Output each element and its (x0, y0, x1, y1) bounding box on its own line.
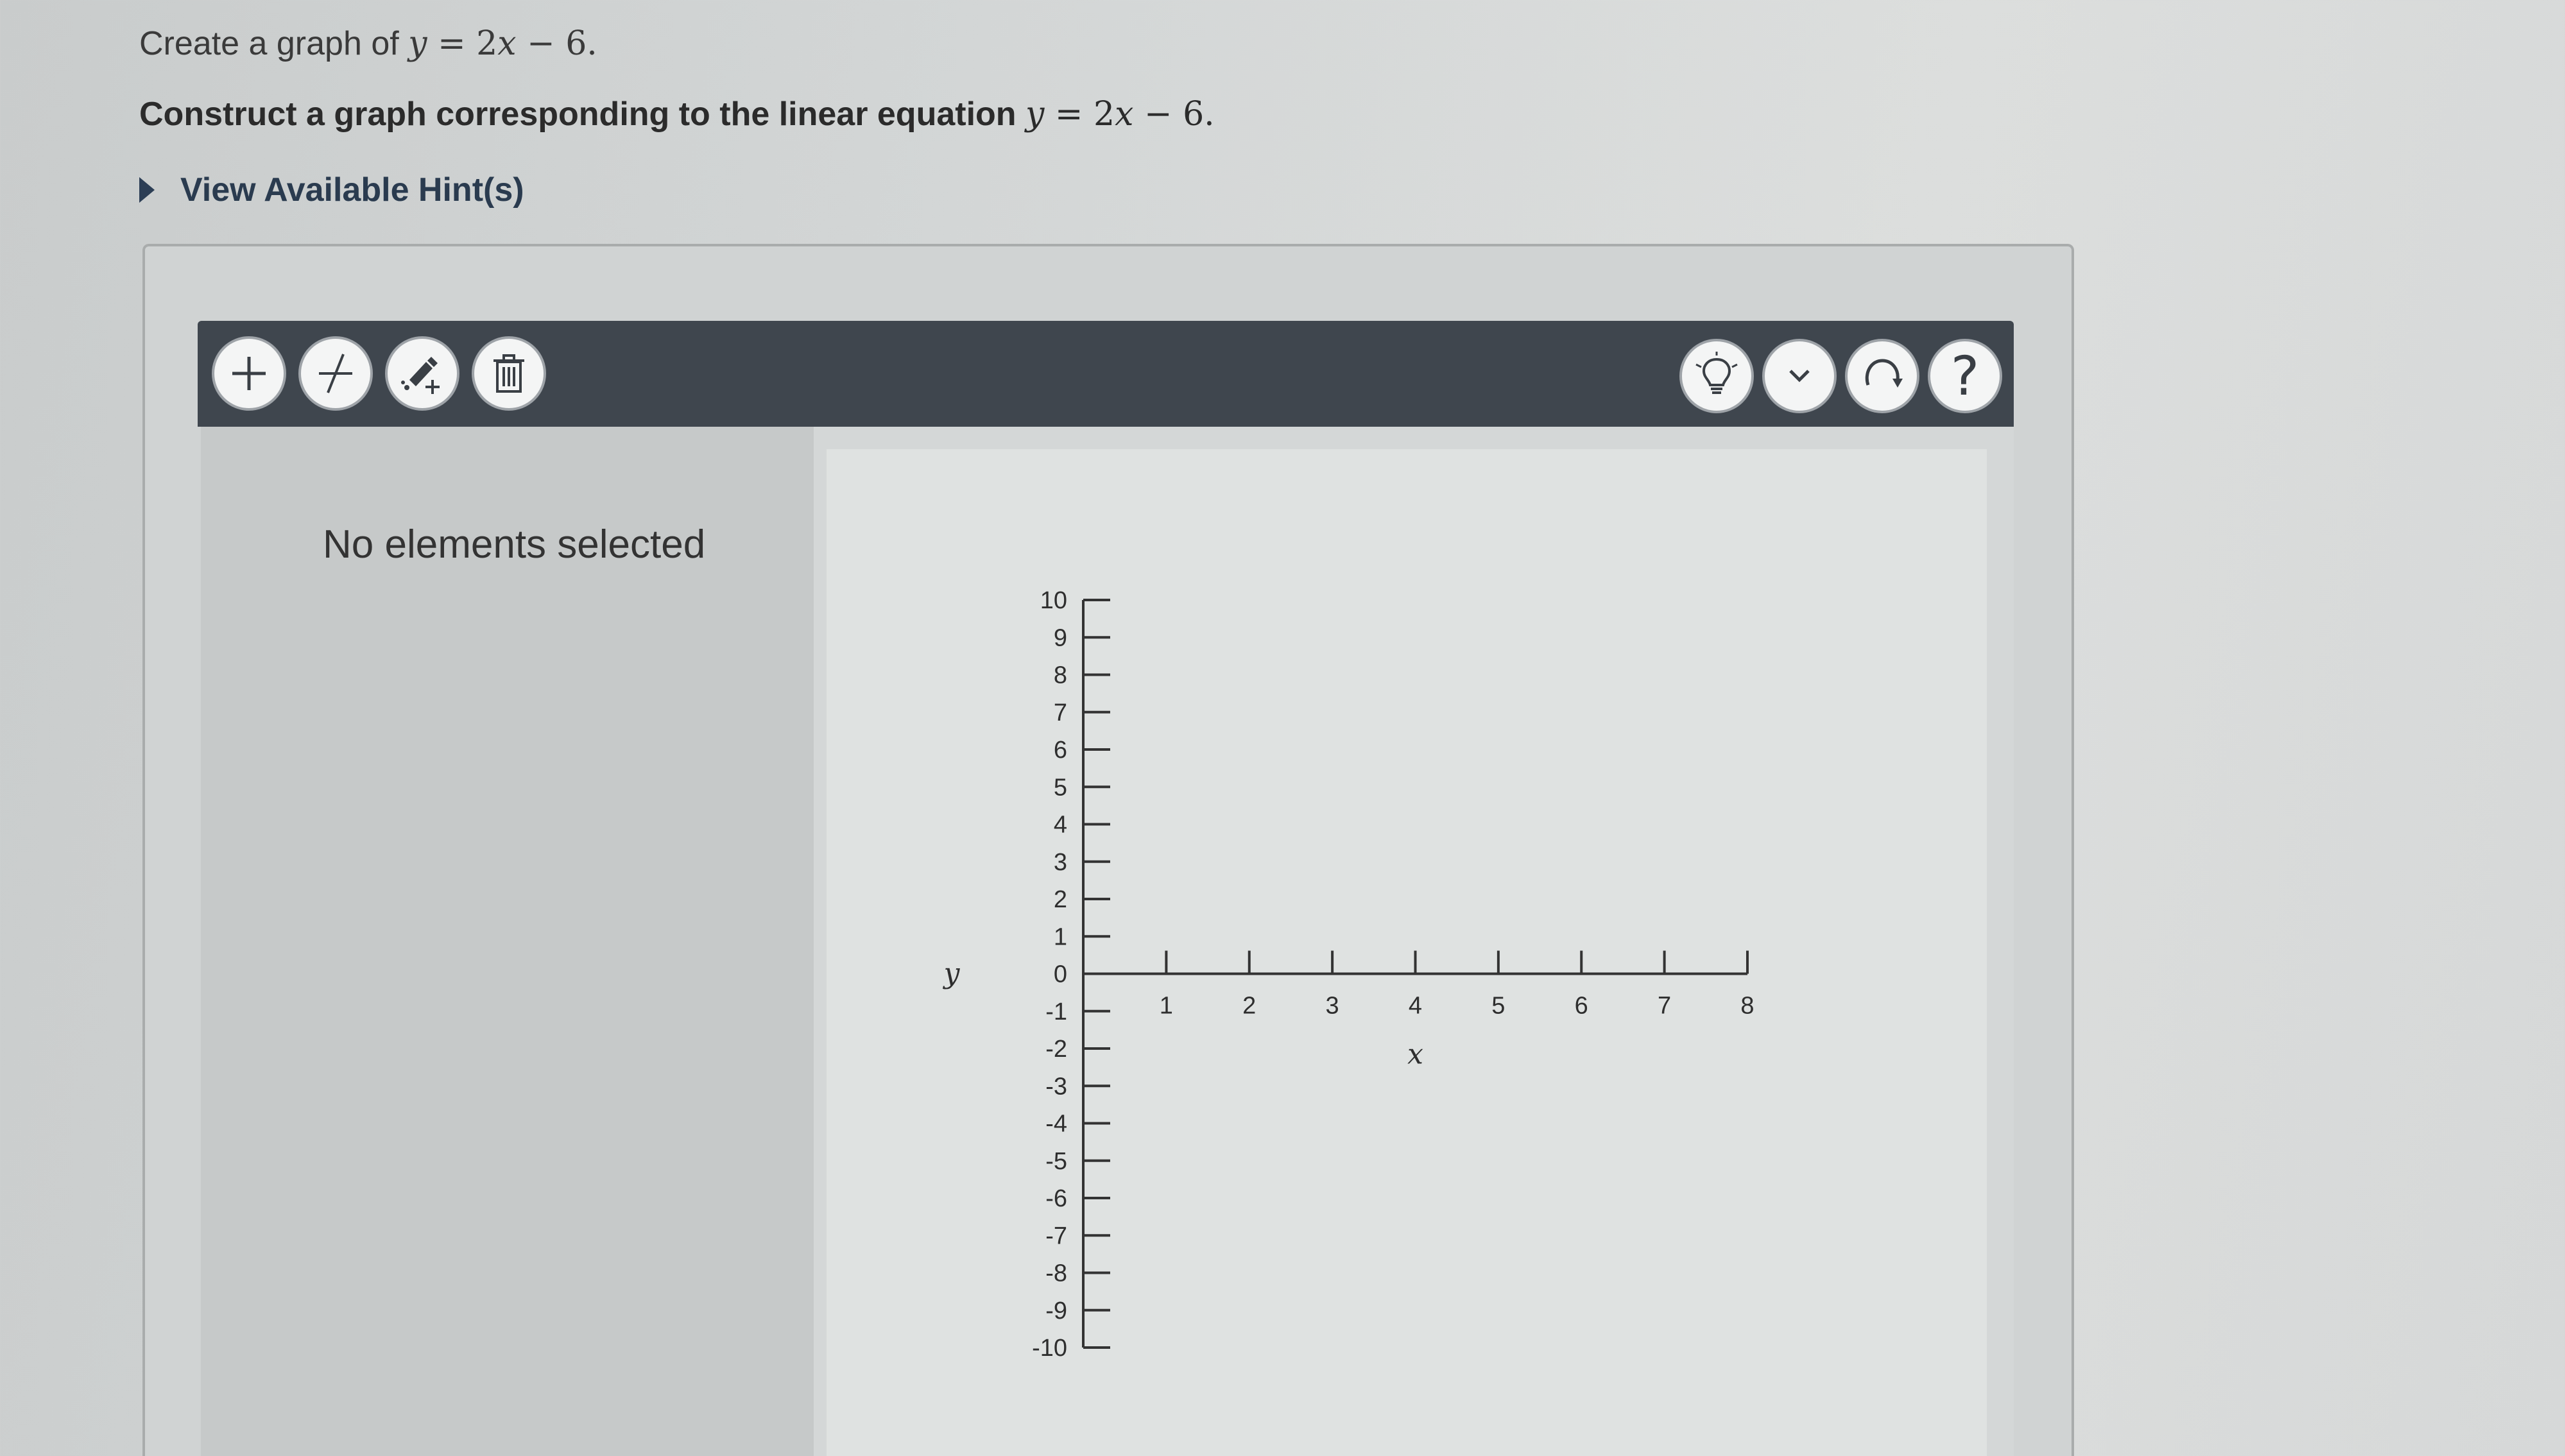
instruction-prefix: Construct a graph corresponding to the l… (139, 96, 1025, 133)
y-tick-label: 10 (1040, 587, 1067, 614)
y-tick-label: 2 (1054, 886, 1067, 913)
y-tick-label: 7 (1054, 699, 1067, 726)
instruction-equation: y = 2x − 6. (1025, 95, 1215, 133)
y-tick-label: -9 (1045, 1298, 1067, 1324)
caret-right-icon (139, 177, 155, 203)
x-axis-label: x (1407, 1038, 1423, 1071)
question-title-prefix: Create a graph of (139, 25, 409, 62)
no-selection-text: No elements selected (323, 522, 706, 567)
plus-icon (232, 357, 266, 390)
x-tick-label: 6 (1575, 993, 1588, 1020)
y-tick-label: -1 (1045, 998, 1067, 1025)
view-hints-label: View Available Hint(s) (180, 171, 524, 209)
x-tick-label: 8 (1740, 993, 1754, 1020)
draw-line-button[interactable] (298, 336, 373, 411)
hint-button[interactable] (1679, 339, 1754, 413)
y-axis-label: y (943, 957, 961, 990)
add-point-button[interactable] (212, 336, 286, 411)
delete-button[interactable] (472, 336, 546, 411)
graph-toolbar: ? (198, 321, 2014, 427)
x-tick-label: 1 (1160, 993, 1173, 1020)
y-tick-label: -5 (1045, 1148, 1067, 1175)
y-tick-label: 1 (1054, 923, 1067, 950)
lightbulb-icon (1695, 352, 1738, 394)
properties-panel: No elements selected (201, 427, 814, 1456)
y-tick-label: -3 (1045, 1073, 1067, 1100)
x-tick-label: 2 (1242, 993, 1256, 1020)
question-title-equation: y = 2x − 6. (408, 24, 597, 63)
options-dropdown-button[interactable] (1762, 339, 1837, 413)
y-tick-label: 3 (1054, 849, 1067, 876)
chevron-down-icon (1789, 370, 1810, 382)
y-tick-label: 0 (1054, 961, 1067, 988)
question-title: Create a graph of y = 2x − 6. (139, 24, 597, 63)
x-tick-label: 5 (1491, 993, 1505, 1020)
graph-panel: 10 9 8 7 6 5 4 3 2 1 0 -1 -2 -3 -4 -5 -6 -7 -8 -9 -10 1 2 3 4 5 6 7… (814, 427, 2014, 1456)
graph-canvas[interactable]: 10 9 8 7 6 5 4 3 2 1 0 -1 -2 -3 -4 -5 -6 -7 -8 -9 -10 1 2 3 4 5 6 7… (827, 449, 1987, 1456)
redo-icon (1865, 359, 1903, 388)
y-tick-label: -6 (1045, 1185, 1067, 1212)
x-tick-label: 7 (1658, 993, 1671, 1020)
y-tick-label: 4 (1054, 812, 1067, 839)
question-icon: ? (1950, 345, 1980, 407)
edit-element-button[interactable] (385, 336, 459, 411)
line-tool-icon (319, 354, 352, 393)
view-hints-toggle[interactable]: View Available Hint(s) (139, 167, 524, 213)
reset-button[interactable] (1845, 339, 1919, 413)
instruction-text: Construct a graph corresponding to the l… (139, 95, 1215, 133)
trash-icon (493, 354, 524, 393)
x-tick-label: 3 (1326, 993, 1339, 1020)
y-tick-label: -7 (1045, 1222, 1067, 1249)
y-tick-label: -10 (1032, 1335, 1067, 1362)
y-tick-label: -2 (1045, 1036, 1067, 1063)
pen-plus-icon (401, 357, 440, 394)
y-tick-label: 9 (1054, 624, 1067, 651)
graph-svg[interactable]: 109876543210-1-2-3-4-5-6-7-8-9-101 2 3 4 5 6 7… (827, 449, 1987, 1456)
y-tick-label: -4 (1045, 1111, 1067, 1138)
y-tick-label: 5 (1054, 774, 1067, 801)
x-tick-label: 4 (1409, 993, 1422, 1020)
y-tick-label: 6 (1054, 737, 1067, 764)
y-tick-label: 8 (1054, 662, 1067, 689)
help-button[interactable]: ? (1928, 339, 2002, 413)
y-tick-label: -8 (1045, 1260, 1067, 1287)
